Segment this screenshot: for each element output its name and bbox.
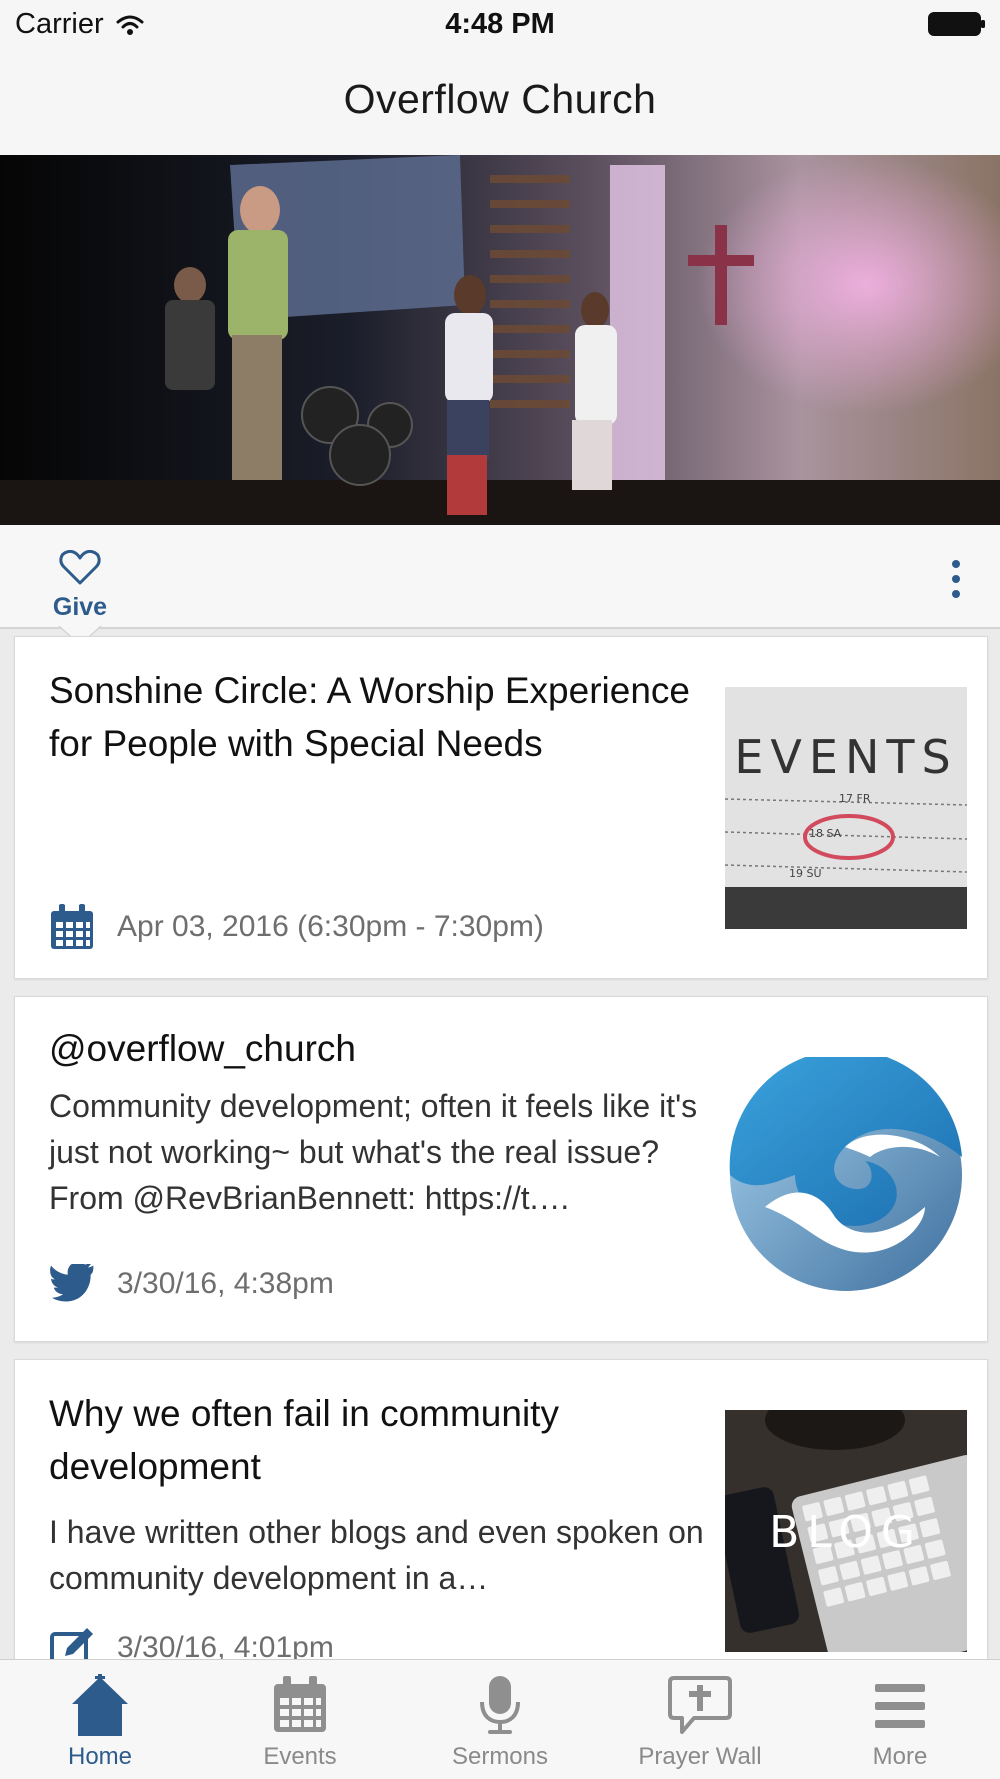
blog-keyboard-image: BLOG — [725, 1410, 967, 1652]
overflow-logo-thumbnail — [725, 1057, 967, 1299]
card-meta: 3/30/16, 4:01pm — [49, 1626, 334, 1661]
card-body: Community development; often it feels li… — [49, 1088, 698, 1216]
hero-image — [0, 155, 1000, 525]
give-button[interactable]: Give — [44, 549, 116, 622]
feed-card-tweet[interactable]: @overflow_church Community development; … — [14, 996, 988, 1342]
date-label-18: 18 SA — [809, 827, 842, 840]
feed-card-blog[interactable]: Why we often fail in community developme… — [14, 1359, 988, 1661]
tab-label: Prayer Wall — [638, 1743, 762, 1770]
status-time: 4:48 PM — [445, 8, 555, 40]
twitter-icon — [50, 1264, 94, 1302]
blog-thumbnail: BLOG — [725, 1410, 967, 1652]
calendar-icon — [274, 1676, 326, 1732]
card-title: Why we often fail in community developme… — [49, 1393, 559, 1487]
events-thumb-label: EVENTS — [734, 730, 957, 784]
tab-prayer-wall[interactable]: Prayer Wall — [600, 1660, 800, 1779]
card-title: @overflow_church — [49, 1028, 356, 1069]
events-thumbnail: 17 FR 18 SA 19 SU EVENTS — [725, 687, 967, 929]
tab-label: Home — [67, 1743, 133, 1770]
tab-more[interactable]: More — [800, 1660, 1000, 1779]
events-calendar-image: 17 FR 18 SA 19 SU EVENTS — [725, 687, 967, 929]
heart-icon — [59, 549, 101, 585]
blog-thumb-label: BLOG — [769, 1507, 923, 1558]
menu-icon — [875, 1684, 925, 1728]
tab-sermons[interactable]: Sermons — [400, 1660, 600, 1779]
tab-events[interactable]: Events — [200, 1660, 400, 1779]
prayer-cross-icon — [668, 1676, 732, 1734]
give-label: Give — [52, 593, 108, 621]
navigation-bar: Overflow Church — [0, 52, 1000, 155]
page-title: Overflow Church — [343, 76, 657, 122]
worship-stage-photo — [0, 155, 1000, 525]
action-bar: Give — [0, 525, 1000, 629]
calendar-icon — [51, 904, 93, 949]
tweet-timestamp: 3/30/16, 4:38pm — [117, 1267, 334, 1300]
date-label-17: 17 FR — [839, 792, 871, 805]
blog-timestamp: 3/30/16, 4:01pm — [117, 1631, 334, 1661]
card-meta: 3/30/16, 4:38pm — [49, 1264, 334, 1304]
edit-icon — [50, 1628, 93, 1660]
status-bar: Carrier 4:48 PM — [0, 0, 1000, 52]
kebab-icon[interactable] — [948, 559, 964, 599]
tab-bar: Home Events Sermons Prayer Wall More — [0, 1659, 1000, 1779]
microphone-icon — [480, 1676, 520, 1734]
feed-card-event[interactable]: Sonshine Circle: A Worship Experience fo… — [14, 636, 988, 979]
tab-home[interactable]: Home — [0, 1660, 200, 1779]
battery-icon — [928, 12, 985, 36]
event-date: Apr 03, 2016 (6:30pm - 7:30pm) — [117, 910, 544, 943]
card-title: Sonshine Circle: A Worship Experience fo… — [49, 670, 690, 764]
card-body: I have written other blogs and even spok… — [49, 1514, 704, 1596]
card-meta: Apr 03, 2016 (6:30pm - 7:30pm) — [49, 903, 544, 951]
tab-label: More — [872, 1743, 928, 1770]
overflow-logo — [729, 1057, 962, 1291]
tab-label: Sermons — [451, 1743, 549, 1770]
date-label-19: 19 SU — [789, 867, 822, 880]
home-icon — [72, 1674, 128, 1736]
tab-label: Events — [263, 1743, 337, 1770]
